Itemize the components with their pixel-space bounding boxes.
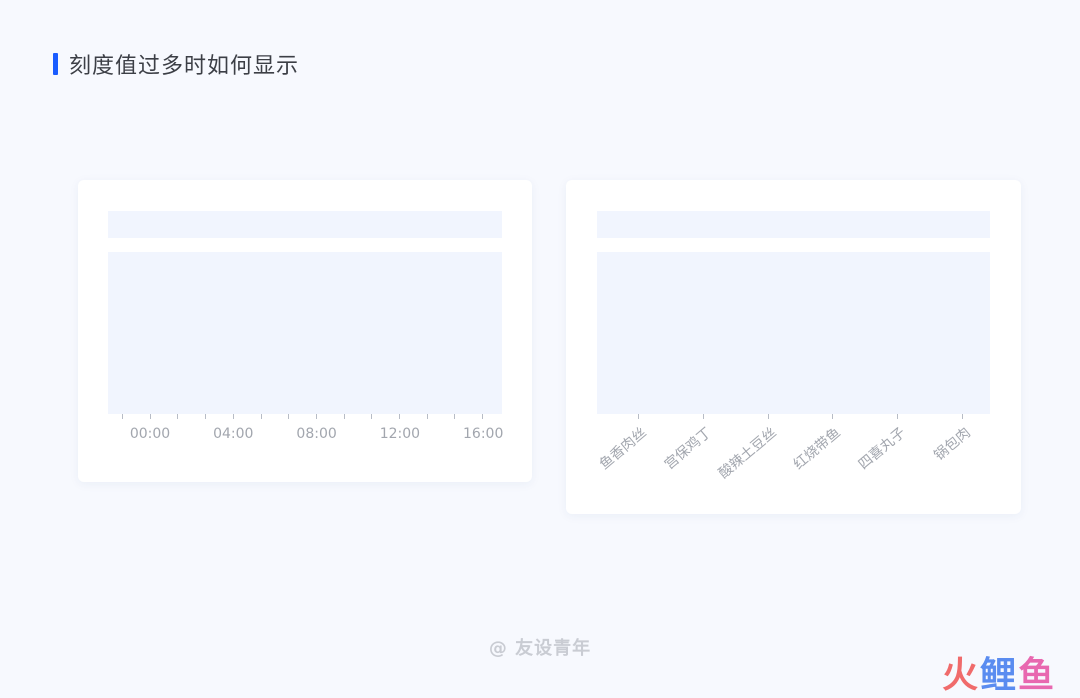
legend-placeholder bbox=[597, 211, 990, 238]
plot-placeholder bbox=[597, 252, 990, 414]
axis-tick-label: 04:00 bbox=[213, 426, 254, 442]
category-label: 宫保鸡丁 bbox=[661, 424, 715, 473]
logo-char: 鲤 bbox=[979, 655, 1018, 696]
section-header: 刻度值过多时如何显示 bbox=[53, 48, 299, 80]
category-label: 锅包肉 bbox=[931, 424, 974, 464]
brand-logo: 火鲤鱼 bbox=[942, 646, 1056, 698]
axis-tick bbox=[232, 414, 234, 419]
logo-char: 鱼 bbox=[1017, 655, 1056, 696]
axis-tick bbox=[371, 414, 373, 419]
watermark: @ 友设青年 bbox=[488, 638, 592, 659]
axis-tick-label: 00:00 bbox=[129, 426, 171, 442]
category-axis-card: 鱼香肉丝 宫保鸡丁 酸辣土豆丝 红烧带鱼 四喜丸子 锅包肉 bbox=[566, 180, 1021, 514]
axis-tick bbox=[638, 414, 639, 419]
axis-tick-label: 12:00 bbox=[379, 426, 421, 442]
axis-tick bbox=[399, 414, 400, 419]
axis-tick bbox=[122, 414, 123, 419]
axis-tick bbox=[897, 414, 899, 419]
axis-tick bbox=[343, 414, 345, 419]
title-accent-bar bbox=[53, 53, 58, 75]
category-label: 四喜丸子 bbox=[855, 424, 909, 473]
axis-tick bbox=[260, 414, 262, 419]
axis-tick-label: 16:00 bbox=[463, 426, 504, 442]
category-label: 鱼香肉丝 bbox=[596, 424, 650, 473]
axis-tick bbox=[426, 414, 428, 419]
axis-tick bbox=[177, 414, 179, 419]
axis-tick bbox=[315, 414, 317, 419]
time-axis-card: 00:00 04:00 08:00 12:00 16:00 bbox=[78, 180, 532, 482]
axis-tick bbox=[482, 414, 484, 419]
axis-tick bbox=[832, 414, 834, 419]
axis-tick bbox=[702, 414, 704, 419]
category-label: 酸辣土豆丝 bbox=[715, 424, 780, 482]
legend-placeholder bbox=[108, 211, 502, 238]
axis-tick-label: 08:00 bbox=[296, 426, 337, 442]
axis-tick bbox=[962, 414, 963, 419]
axis-tick bbox=[288, 414, 290, 419]
axis-tick bbox=[767, 414, 769, 419]
page-title: 刻度值过多时如何显示 bbox=[69, 54, 300, 79]
plot-placeholder bbox=[108, 252, 502, 414]
axis-tick bbox=[454, 414, 456, 419]
logo-char: 火 bbox=[941, 655, 980, 696]
axis-tick bbox=[149, 414, 151, 419]
category-label: 红烧带鱼 bbox=[790, 424, 845, 473]
axis-tick bbox=[205, 414, 207, 419]
